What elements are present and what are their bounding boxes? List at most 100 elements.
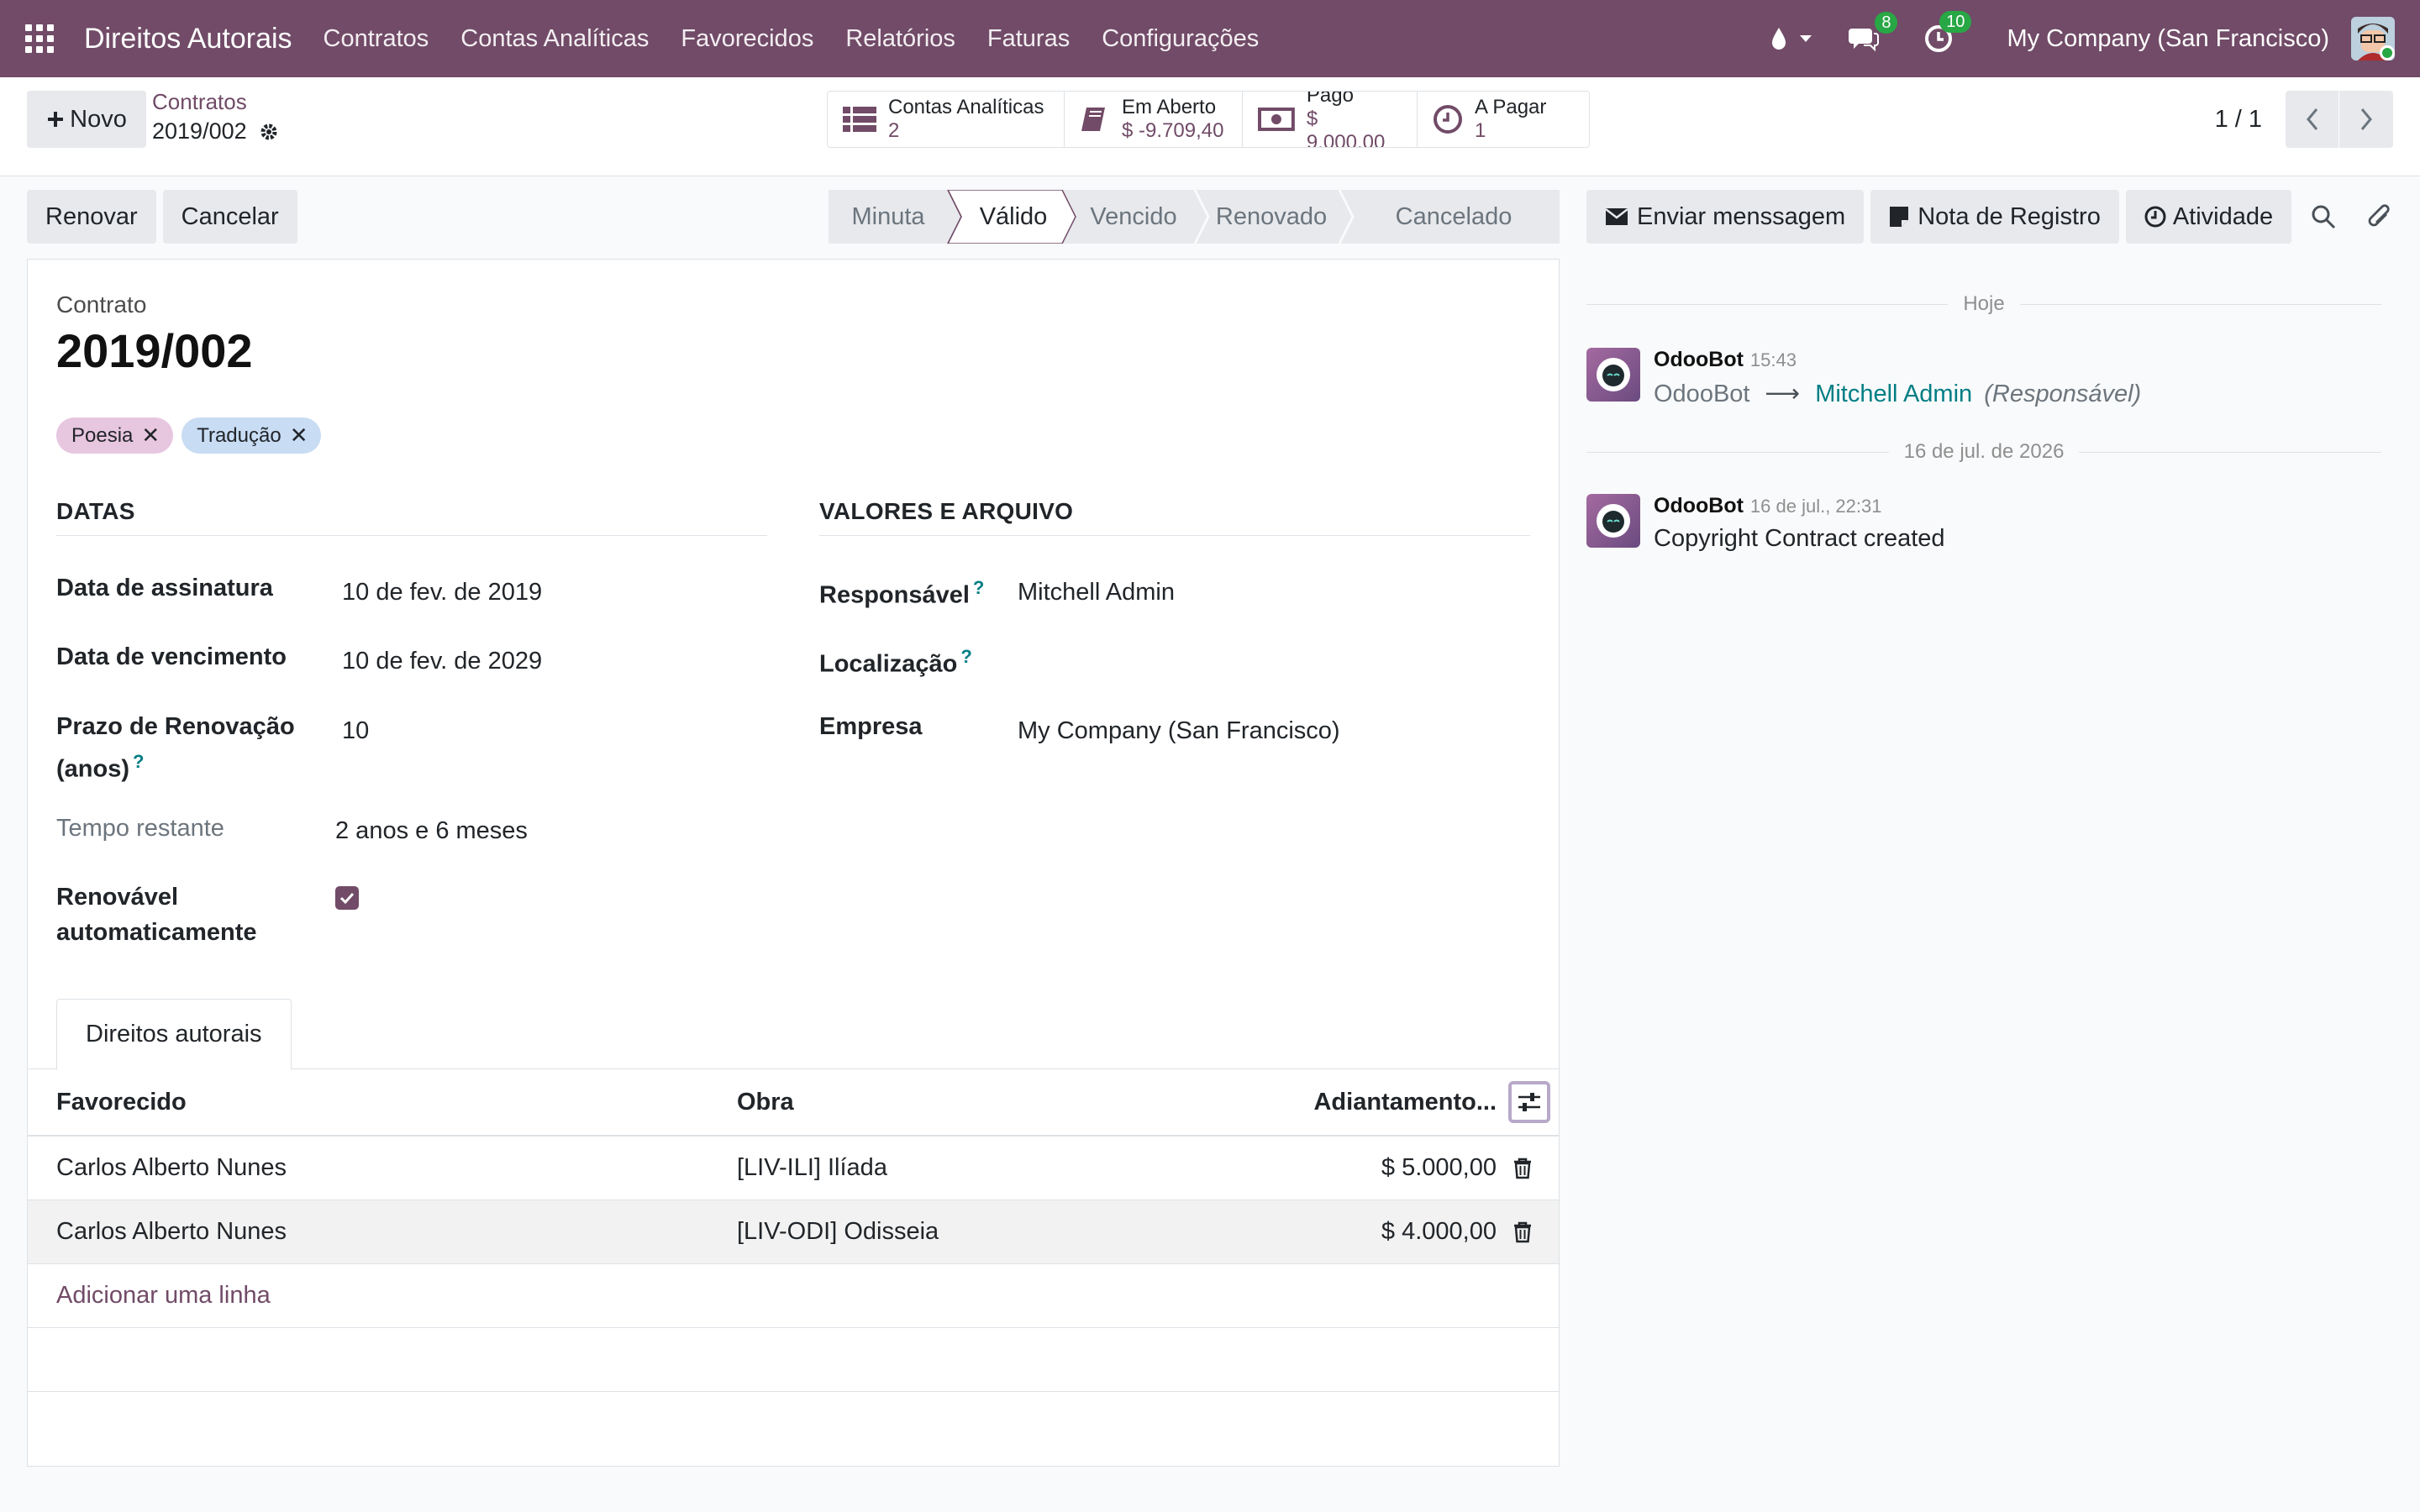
date-separator-label: Hoje (1963, 292, 2005, 315)
cancel-button[interactable]: Cancelar (162, 190, 297, 244)
chatter-message: OdooBot 15:43 OdooBot ⟶ Mitchell Admin (R… (1586, 348, 2141, 408)
form-sheet: Contrato 2019/002 Poesia ✕ Tradução ✕ DA… (27, 259, 1560, 1467)
stage-valido[interactable]: Válido (956, 190, 1071, 244)
caret-down-icon (1800, 35, 1812, 42)
menu-faturas[interactable]: Faturas (987, 25, 1070, 53)
message-author[interactable]: OdooBot (1654, 494, 1744, 517)
messages-menu[interactable]: 8 (1849, 12, 1898, 52)
smart-button-analytic-accounts[interactable]: Contas Analíticas 2 (828, 92, 1065, 147)
stage-renovado[interactable]: Renovado (1203, 190, 1339, 244)
menu-favorecidos[interactable]: Favorecidos (681, 25, 813, 53)
help-tooltip-icon[interactable]: ? (960, 646, 971, 667)
cell-payee[interactable]: Carlos Alberto Nunes (56, 1154, 287, 1182)
money-icon (1258, 108, 1295, 131)
menu-relatorios[interactable]: Relatórios (845, 25, 955, 53)
paperclip-icon (2368, 204, 2390, 227)
tag-traducao[interactable]: Tradução ✕ (182, 417, 322, 454)
attachments-button[interactable] (2355, 202, 2406, 231)
chatter-actions: Enviar menssagem Nota de Registro Ativid… (1586, 190, 2406, 244)
renewal-term-label: Prazo de Renovação (anos)? (56, 709, 295, 787)
location-field[interactable] (1018, 639, 1522, 675)
message-author[interactable]: OdooBot (1654, 348, 1744, 371)
send-message-button[interactable]: Enviar menssagem (1586, 190, 1865, 244)
odoobot-avatar[interactable] (1586, 348, 1640, 402)
tracking-old-value: OdooBot (1654, 381, 1750, 407)
smart-button-label: Em Aberto (1122, 96, 1217, 118)
odoobot-avatar[interactable] (1586, 494, 1640, 548)
activities-menu[interactable]: 10 (1924, 11, 1972, 53)
auto-renew-label-line2: automaticamente (56, 919, 257, 946)
smart-button-open[interactable]: Em Aberto $ -9.709,40 (1065, 92, 1243, 147)
column-header-payee[interactable]: Favorecido (56, 1089, 187, 1116)
smart-button-label: A Pagar (1475, 96, 1547, 118)
new-button-label: Novo (70, 105, 127, 133)
auto-renew-checkbox[interactable] (335, 886, 359, 910)
signature-date-field[interactable]: 10 de fev. de 2019 (342, 579, 542, 606)
clock-icon (1434, 105, 1462, 134)
trash-icon[interactable] (1513, 1158, 1532, 1179)
tab-direitos-autorais[interactable]: Direitos autorais (56, 999, 292, 1070)
cell-advance[interactable]: $ 5.000,00 (1381, 1154, 1497, 1182)
tag-remove-icon[interactable]: ✕ (141, 423, 160, 449)
cell-payee[interactable]: Carlos Alberto Nunes (56, 1218, 287, 1246)
clock-icon (2144, 206, 2166, 228)
tags-field[interactable]: Poesia ✕ Tradução ✕ (56, 417, 322, 454)
smart-button-value: $ -9.709,40 (1122, 119, 1224, 142)
log-note-label: Nota de Registro (1918, 202, 2101, 230)
column-header-work[interactable]: Obra (737, 1089, 794, 1116)
robot-icon (1597, 358, 1630, 391)
robot-icon (1597, 504, 1630, 538)
responsible-field[interactable]: Mitchell Admin (1018, 579, 1175, 606)
pager-previous-button[interactable] (2286, 91, 2339, 148)
expiry-date-field[interactable]: 10 de fev. de 2029 (342, 648, 542, 675)
column-header-advance[interactable]: Adiantamento... (1313, 1089, 1497, 1116)
sliders-icon (1518, 1093, 1540, 1111)
record-title[interactable]: 2019/002 (56, 323, 253, 378)
tag-poesia[interactable]: Poesia ✕ (56, 417, 174, 454)
log-note-button[interactable]: Nota de Registro (1870, 190, 2119, 244)
stage-minuta[interactable]: Minuta (829, 190, 948, 244)
cell-advance[interactable]: $ 4.000,00 (1381, 1218, 1497, 1246)
table-row[interactable]: Carlos Alberto Nunes [LIV-ODI] Odisseia … (28, 1200, 1559, 1264)
app-name[interactable]: Direitos Autorais (84, 23, 292, 55)
cell-work[interactable]: [LIV-ILI] Ilíada (737, 1154, 887, 1182)
stage-cancelado[interactable]: Cancelado (1348, 190, 1560, 244)
company-switcher[interactable]: My Company (San Francisco) (2007, 25, 2329, 53)
optional-columns-toggle[interactable] (1508, 1081, 1550, 1123)
debug-menu[interactable] (1770, 26, 1813, 51)
search-messages-button[interactable] (2298, 204, 2349, 229)
new-button[interactable]: Novo (27, 91, 146, 148)
trash-icon[interactable] (1513, 1221, 1532, 1243)
apps-menu-icon[interactable] (25, 24, 54, 53)
table-header: Favorecido Obra Adiantamento... (28, 1069, 1559, 1137)
pager-next-button[interactable] (2339, 91, 2393, 148)
chevron-right-icon (2360, 108, 2372, 130)
activity-button[interactable]: Atividade (2125, 190, 2292, 244)
smart-button-paid[interactable]: Pago $ 9.000,00 (1243, 92, 1418, 147)
menu-configuracoes[interactable]: Configurações (1102, 25, 1259, 53)
breadcrumb-parent[interactable]: Contratos (152, 89, 279, 115)
signature-date-label: Data de assinatura (56, 575, 273, 601)
add-line-link[interactable]: Adicionar uma linha (56, 1282, 271, 1310)
renewal-term-field[interactable]: 10 (342, 717, 369, 745)
help-tooltip-icon[interactable]: ? (973, 577, 984, 598)
pager-value[interactable]: 1 / 1 (2215, 106, 2262, 134)
menu-contas-analiticas[interactable]: Contas Analíticas (460, 25, 649, 53)
status-bar: Minuta Válido Vencido Renovado Cancelado (829, 190, 1560, 244)
user-avatar[interactable] (2351, 17, 2395, 60)
help-tooltip-icon[interactable]: ? (133, 751, 144, 772)
online-status-dot (2380, 45, 2395, 60)
cell-work[interactable]: [LIV-ODI] Odisseia (737, 1218, 939, 1246)
stage-vencido[interactable]: Vencido (1072, 190, 1195, 244)
breadcrumb-current-label: 2019/002 (152, 118, 247, 144)
table-row[interactable]: Carlos Alberto Nunes [LIV-ILI] Ilíada $ … (28, 1137, 1559, 1200)
renew-button[interactable]: Renovar (27, 190, 156, 244)
control-panel: Novo Contratos 2019/002 Contas Analítica… (0, 77, 2420, 176)
smart-button-value: 1 (1475, 119, 1486, 142)
company-field[interactable]: My Company (San Francisco) (1018, 717, 1340, 745)
smart-button-to-pay[interactable]: A Pagar 1 (1418, 92, 1589, 147)
tracking-new-value[interactable]: Mitchell Admin (1815, 381, 1972, 407)
tag-remove-icon[interactable]: ✕ (290, 423, 308, 449)
menu-contratos[interactable]: Contratos (324, 25, 429, 53)
gear-icon[interactable] (259, 122, 279, 142)
